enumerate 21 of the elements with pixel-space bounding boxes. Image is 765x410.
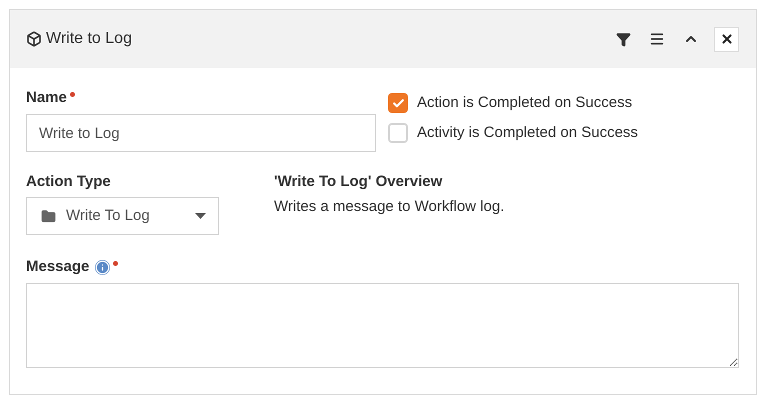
info-icon[interactable] (95, 260, 110, 274)
checkbox-label: Activity is Completed on Success (417, 122, 638, 142)
checkbox[interactable] (388, 122, 408, 143)
check-icon (392, 96, 404, 110)
panel-title: Write to Log (46, 29, 132, 49)
name-input[interactable]: Write to Log (26, 114, 376, 152)
close-button[interactable] (714, 26, 739, 52)
field-label: Action Type (26, 172, 112, 191)
caret-icon (195, 213, 206, 219)
filter-icon (616, 32, 630, 46)
close-icon (720, 32, 734, 46)
action-type-select[interactable]: Write To Log (26, 197, 219, 235)
field-label: Message (26, 256, 90, 277)
field-label: Name (26, 88, 67, 108)
checkbox[interactable] (388, 93, 408, 114)
menu-icon (649, 31, 665, 47)
folder-icon (41, 208, 56, 224)
overview-text: Writes a message to Workflow log. (274, 197, 504, 217)
checkbox-label: Action is Completed on Success (417, 93, 632, 113)
cube-icon (26, 31, 42, 47)
overview-title: 'Write To Log' Overview (274, 172, 444, 191)
